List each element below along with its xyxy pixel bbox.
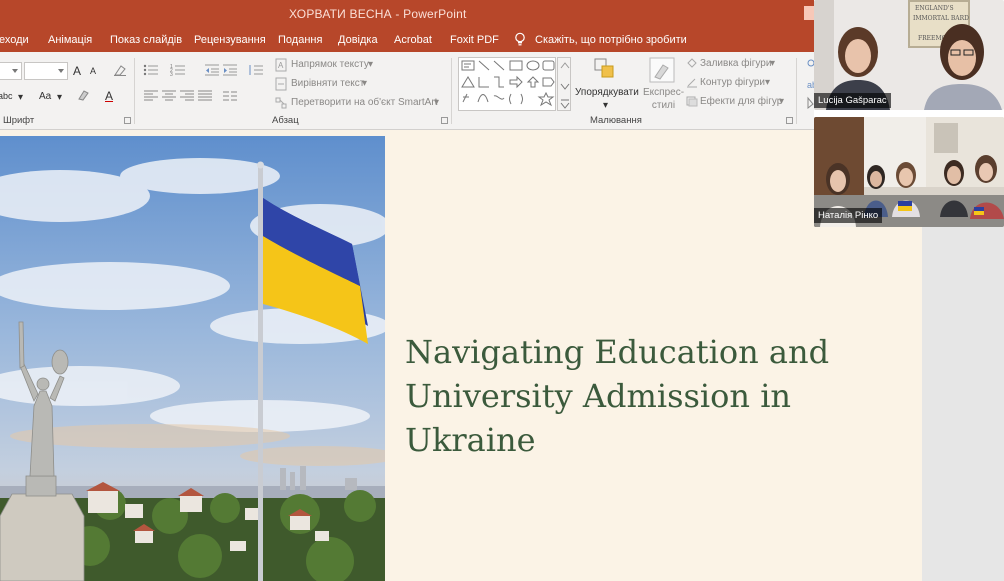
tell-me-search[interactable]: Скажіть, що потрібно зробити (535, 34, 687, 46)
window-title: ХОРВАТИ ВЕСНА - PowerPoint (289, 7, 467, 21)
strikethrough-button[interactable]: abc (0, 91, 13, 101)
clear-formatting-icon[interactable] (112, 63, 128, 77)
tab-view[interactable]: Подання (278, 34, 322, 46)
slide-title-line: University Admission in (405, 377, 792, 415)
bullets-icon[interactable] (143, 63, 159, 77)
align-right-icon[interactable] (179, 89, 195, 103)
arrange-button[interactable]: Упорядкувати (575, 87, 639, 98)
text-direction-button[interactable]: Напрямок тексту (291, 59, 369, 70)
separator (134, 58, 135, 124)
tab-slideshow[interactable]: Показ слайдів (110, 34, 182, 46)
grow-font-button[interactable]: A (73, 64, 81, 78)
slide-photo (0, 136, 385, 581)
ribbon-tab-bar: еходи Анімація Показ слайдів Рецензуванн… (0, 28, 814, 52)
increase-indent-icon[interactable] (222, 63, 238, 77)
window-control-icon[interactable] (804, 6, 814, 20)
separator (796, 58, 797, 124)
numbering-icon[interactable]: 1 2 3 (170, 63, 186, 77)
align-center-icon[interactable] (161, 89, 177, 103)
lightbulb-icon (515, 32, 525, 46)
decrease-indent-icon[interactable] (204, 63, 220, 77)
align-text-button[interactable]: Вирівняти текст (291, 78, 364, 89)
poster-text: IMMORTAL BARD (913, 15, 969, 22)
slide-title-line: Ukraine (405, 421, 536, 459)
svg-text:A: A (278, 61, 284, 70)
dropdown-arrow-icon[interactable]: ▾ (603, 100, 608, 111)
video-tile-classroom[interactable]: Наталія Рінко (814, 117, 1004, 227)
font-name-dropdown[interactable] (0, 62, 22, 80)
side-panel-background (922, 226, 1004, 581)
align-left-icon[interactable] (143, 89, 159, 103)
slide-title[interactable]: Navigating Education and University Admi… (405, 330, 875, 462)
font-group-label: Шрифт (3, 115, 35, 126)
paragraph-group-label: Абзац (272, 115, 299, 126)
poster-text: ENGLAND'S (915, 5, 954, 12)
justify-icon[interactable] (197, 89, 213, 103)
participant-name: Наталія Рінко (814, 208, 883, 223)
line-spacing-icon[interactable] (248, 63, 264, 77)
align-text-icon (275, 77, 287, 91)
editing-group-icons[interactable]: ab (805, 58, 814, 120)
tab-animations[interactable]: Анімація (48, 34, 92, 46)
svg-text:3: 3 (170, 72, 173, 77)
shape-outline-icon (687, 78, 697, 88)
quick-styles-icon[interactable] (649, 57, 675, 83)
change-case-button[interactable]: Aa (39, 91, 51, 102)
dropdown-arrow-icon[interactable]: ▾ (765, 77, 770, 88)
dialog-launcher-icon[interactable] (786, 117, 793, 124)
shape-effects-button[interactable]: Ефекти для фігур (700, 96, 782, 107)
participant-name: Lucija Gašparac (814, 93, 891, 108)
dropdown-arrow-icon[interactable]: ▾ (779, 96, 784, 107)
shape-outline-button[interactable]: Контур фігури (700, 77, 765, 88)
dropdown-arrow-icon[interactable]: ▾ (18, 92, 23, 103)
quick-styles-button[interactable]: Експрес- стилі (643, 86, 684, 112)
slide-title-line: Navigating Education and (405, 333, 830, 371)
shapes-gallery-scroll[interactable] (557, 57, 571, 111)
shape-fill-button[interactable]: Заливка фігури (700, 58, 771, 69)
font-size-dropdown[interactable] (24, 62, 68, 80)
shrink-font-button[interactable]: A (90, 66, 96, 76)
tab-transitions[interactable]: еходи (0, 34, 29, 46)
dropdown-arrow-icon[interactable]: ▾ (434, 97, 439, 108)
tab-review[interactable]: Рецензування (194, 34, 266, 46)
svg-text:ab: ab (807, 80, 814, 90)
dropdown-arrow-icon[interactable]: ▾ (368, 59, 373, 70)
arrange-icon[interactable] (593, 57, 617, 81)
text-direction-icon: A (275, 58, 287, 72)
dropdown-arrow-icon[interactable]: ▾ (362, 78, 367, 89)
font-color-button[interactable]: A (105, 89, 113, 103)
dialog-launcher-icon[interactable] (441, 117, 448, 124)
shapes-grid-icon[interactable] (459, 58, 557, 112)
powerpoint-title-bar: ХОРВАТИ ВЕСНА - PowerPoint (0, 0, 814, 28)
separator (451, 58, 452, 124)
columns-icon[interactable] (222, 89, 238, 103)
screen: ХОРВАТИ ВЕСНА - PowerPoint еходи Анімаці… (0, 0, 1004, 581)
scroll-arrows-icon[interactable] (558, 58, 572, 112)
kyiv-motherland-flag-image (0, 136, 385, 581)
smartart-icon (275, 97, 287, 109)
tab-acrobat[interactable]: Acrobat (394, 34, 432, 46)
ribbon: A A abc ▾ Aa ▾ A Шрифт 1 2 3 A Напрямок … (0, 52, 814, 130)
shape-effects-icon (686, 96, 698, 107)
dropdown-arrow-icon[interactable]: ▾ (770, 58, 775, 69)
tab-help[interactable]: Довідка (338, 34, 378, 46)
drawing-group-label: Малювання (590, 115, 642, 126)
shapes-gallery[interactable] (458, 57, 556, 111)
convert-smartart-button[interactable]: Перетворити на об'єкт SmartArt (291, 97, 437, 108)
dropdown-arrow-icon[interactable]: ▾ (57, 92, 62, 103)
highlight-icon[interactable] (76, 88, 92, 102)
tab-foxit-pdf[interactable]: Foxit PDF (450, 34, 499, 46)
video-tile-lucija[interactable]: ENGLAND'S IMMORTAL BARD FREEMO Lucija Ga… (814, 0, 1004, 110)
shape-fill-icon (687, 58, 697, 68)
dialog-launcher-icon[interactable] (124, 117, 131, 124)
